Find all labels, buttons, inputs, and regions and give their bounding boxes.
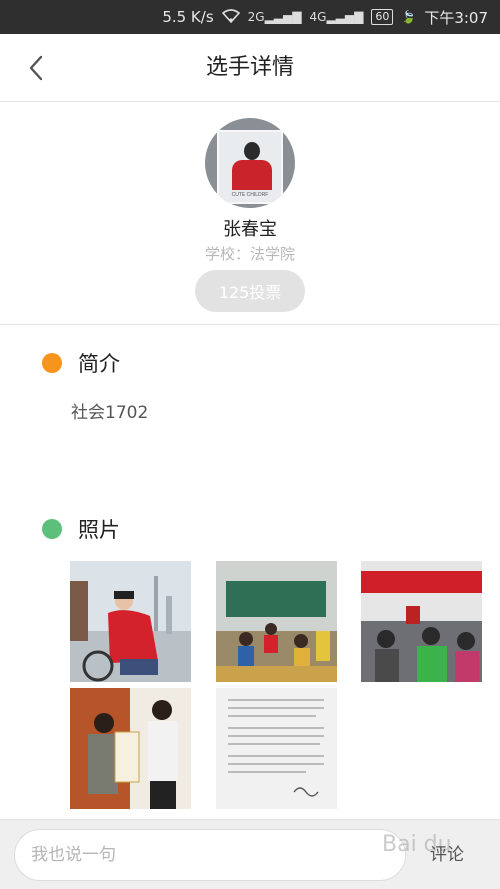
profile-card: CUTE CHILDRF 张春宝 学校：法学院 125投票 xyxy=(0,103,500,325)
page-title: 选手详情 xyxy=(205,55,294,80)
chevron-left-icon xyxy=(29,55,43,81)
photo-thumbnail[interactable] xyxy=(216,688,337,809)
leaf-icon: 🍃 xyxy=(401,10,417,24)
contestant-school: 学校：法学院 xyxy=(204,245,295,263)
photo-thumbnail[interactable] xyxy=(361,561,482,682)
section-dot-icon xyxy=(42,353,62,373)
photo-thumbnail[interactable] xyxy=(70,561,191,682)
photo-cycling-icon xyxy=(70,561,191,682)
photo-classroom-icon xyxy=(216,561,337,682)
photo-thumbnail[interactable] xyxy=(216,561,337,682)
intro-text: 社会1702 xyxy=(71,403,149,423)
comment-input[interactable] xyxy=(14,829,406,881)
section-dot-icon xyxy=(42,519,62,539)
vote-button[interactable]: 125投票 xyxy=(195,270,305,312)
back-button[interactable] xyxy=(18,50,54,86)
photo-thumbnail[interactable] xyxy=(70,688,191,809)
nav-bar: 选手详情 xyxy=(0,34,500,102)
comment-bar: Bai du 评论 xyxy=(0,819,500,889)
status-bar: 5.5 K/s 2G▂▃▅▇ 4G▂▃▅▇ 60 🍃 下午3:07 xyxy=(0,0,500,34)
section-title: 简介 xyxy=(78,352,120,376)
photo-document-icon xyxy=(216,688,337,809)
avatar-caption: CUTE CHILDRF xyxy=(231,192,269,198)
photo-meeting-icon xyxy=(361,561,482,682)
photos-section-header: 照片 xyxy=(42,514,120,544)
avatar[interactable]: CUTE CHILDRF xyxy=(205,118,295,208)
battery-icon: 60 xyxy=(371,9,394,25)
section-title: 照片 xyxy=(78,518,120,542)
signal-icon: 2G▂▃▅▇ xyxy=(247,10,302,24)
wifi-icon xyxy=(221,8,240,26)
intro-section-header: 简介 xyxy=(42,348,120,378)
clock: 下午3:07 xyxy=(424,8,488,27)
signal-icon-2: 4G▂▃▅▇ xyxy=(309,10,364,24)
avatar-photo: CUTE CHILDRF xyxy=(217,130,283,204)
photo-grid xyxy=(70,561,482,809)
comment-submit-button[interactable]: 评论 xyxy=(430,840,464,870)
contestant-name: 张春宝 xyxy=(223,219,277,240)
network-speed: 5.5 K/s xyxy=(162,8,214,26)
photo-certificate-icon xyxy=(70,688,191,809)
